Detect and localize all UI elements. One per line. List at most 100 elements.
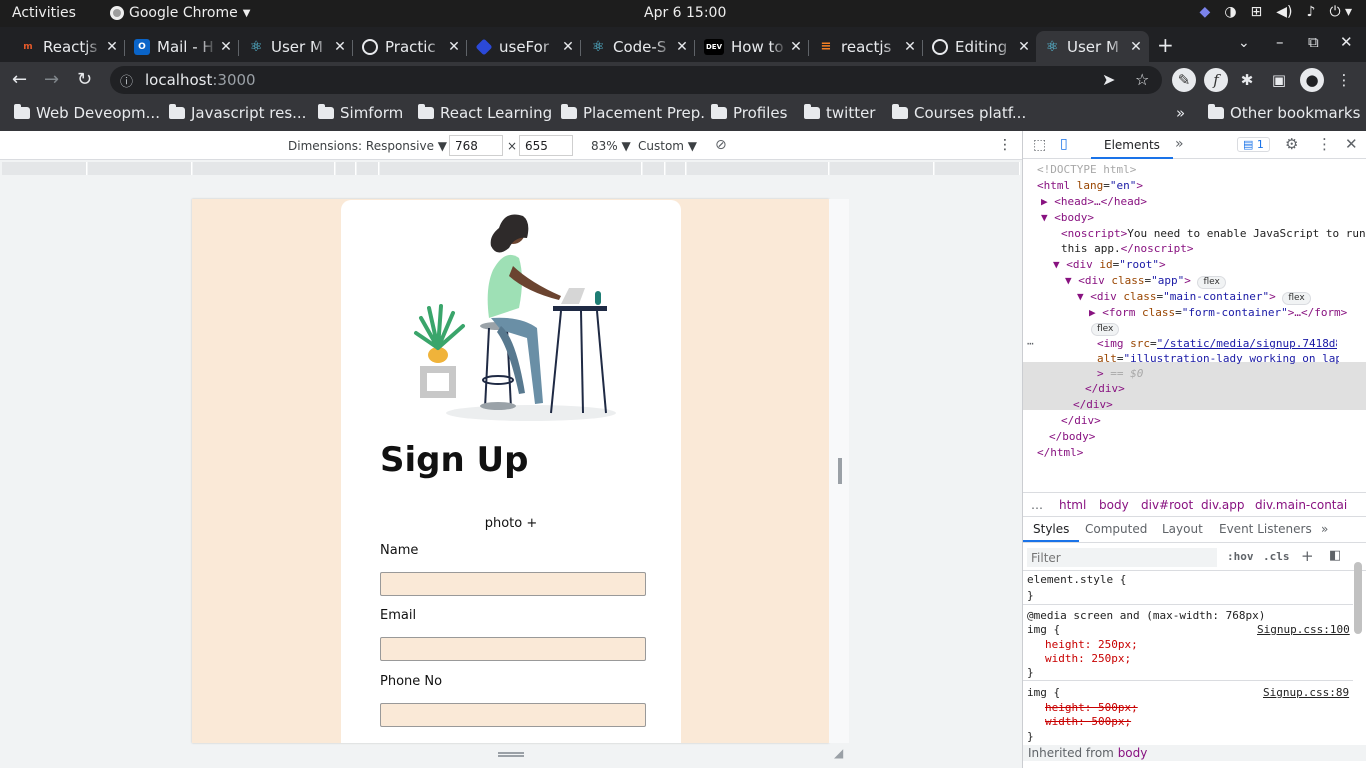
media-query-bar[interactable] <box>336 162 356 175</box>
close-tab-icon[interactable]: ✕ <box>445 39 463 55</box>
hover-state-toggle[interactable]: :hov <box>1227 550 1254 563</box>
doctype-node[interactable]: <!DOCTYPE html> <box>1037 163 1136 176</box>
media-query-bar[interactable] <box>193 162 335 175</box>
bookmark-folder[interactable]: Profiles <box>711 104 787 122</box>
teams-icon[interactable]: ◆ <box>1200 4 1211 20</box>
browser-tab[interactable]: O Mail - H ✕ <box>126 31 239 62</box>
root-div-node[interactable]: ▼ <div id="root"> <box>1053 258 1166 271</box>
site-info-icon[interactable]: ⓘ <box>120 71 133 90</box>
resize-height-handle[interactable] <box>498 752 524 757</box>
media-query-bar[interactable] <box>935 162 1020 175</box>
css-property[interactable]: height: 250px; <box>1045 638 1138 651</box>
volume-icon[interactable]: ◀) <box>1276 4 1292 20</box>
bookmark-folder[interactable]: Web Deveopm... <box>14 104 160 122</box>
dimensions-dropdown[interactable]: Dimensions: Responsive ▼ <box>288 139 447 153</box>
breadcrumb-item[interactable]: div#root <box>1141 498 1193 512</box>
head-node[interactable]: ▶ <head>…</head> <box>1041 195 1147 208</box>
inherited-element[interactable]: body <box>1118 746 1148 760</box>
zoom-dropdown[interactable]: 83% ▼ <box>591 139 631 153</box>
formula-extension-icon[interactable]: f <box>1204 68 1228 92</box>
media-query-bar[interactable] <box>357 162 379 175</box>
side-panel-icon[interactable]: ▣ <box>1267 68 1291 92</box>
tab-event-listeners[interactable]: Event Listeners <box>1219 522 1312 536</box>
power-icon[interactable]: ⏻ ▾ <box>1329 4 1352 20</box>
minimize-icon[interactable]: – <box>1276 33 1284 51</box>
breadcrumb-item[interactable]: body <box>1099 498 1129 512</box>
device-toolbar-menu-icon[interactable]: ⋮ <box>998 137 1012 153</box>
new-tab-button[interactable]: + <box>1157 33 1174 57</box>
node-actions-ellipsis[interactable]: ⋯ <box>1027 337 1034 350</box>
browser-tab[interactable]: ⚛ Code-S ✕ <box>582 31 695 62</box>
forward-icon[interactable]: → <box>44 69 59 90</box>
settings-gear-icon[interactable]: ⚙ <box>1285 135 1298 153</box>
browser-tab[interactable]: Practic ✕ <box>354 31 467 62</box>
devtools-menu-icon[interactable]: ⋮ <box>1317 135 1332 153</box>
name-input[interactable] <box>380 572 646 596</box>
breadcrumb-item[interactable]: div.app <box>1201 498 1245 512</box>
media-query-bar[interactable] <box>380 162 642 175</box>
send-tab-icon[interactable]: ➤ <box>1102 70 1115 89</box>
flex-badge[interactable]: flex <box>1197 276 1226 289</box>
chrome-menu-icon[interactable]: ⋮ <box>1332 68 1356 92</box>
close-tab-icon[interactable]: ✕ <box>673 39 691 55</box>
tab-computed[interactable]: Computed <box>1085 522 1147 536</box>
clock[interactable]: Apr 6 15:00 <box>644 5 726 21</box>
media-query-bar[interactable] <box>687 162 829 175</box>
media-query-bar[interactable] <box>666 162 686 175</box>
img-selector[interactable]: img { <box>1027 623 1060 636</box>
more-tabs-icon[interactable]: » <box>1175 136 1184 152</box>
color-picker-extension-icon[interactable]: ✎ <box>1172 68 1196 92</box>
resize-width-handle[interactable] <box>838 458 842 484</box>
resize-corner-handle[interactable]: ◢ <box>834 746 843 760</box>
css-property[interactable]: width: 250px; <box>1045 652 1131 665</box>
computed-sidebar-icon[interactable]: ◧ <box>1329 548 1341 563</box>
tab-elements[interactable]: Elements <box>1091 131 1173 159</box>
close-tab-icon[interactable]: ✕ <box>901 39 919 55</box>
reload-icon[interactable]: ↻ <box>77 69 92 90</box>
overridden-property[interactable]: height: 500px; <box>1045 701 1138 714</box>
address-bar[interactable]: ⓘ localhost:3000 <box>110 66 1162 94</box>
browser-tab-active[interactable]: ⚛ User M ✕ <box>1036 31 1149 62</box>
tab-search-icon[interactable]: ⌄ <box>1238 35 1250 51</box>
class-toggle[interactable]: .cls <box>1263 550 1290 563</box>
throttle-dropdown[interactable]: Custom ▼ <box>638 139 697 153</box>
photo-upload-button[interactable]: photo + <box>341 516 681 531</box>
night-light-icon[interactable]: ◑ <box>1224 4 1236 20</box>
mic-icon[interactable]: ♪ <box>1307 4 1316 20</box>
browser-tab[interactable]: useFor ✕ <box>468 31 581 62</box>
close-tab-icon[interactable]: ✕ <box>331 39 349 55</box>
styles-rules-pane[interactable]: element.style { } @media screen and (max… <box>1023 571 1366 761</box>
close-devtools-icon[interactable]: ✕ <box>1345 135 1358 153</box>
breadcrumb-ellipsis[interactable]: … <box>1031 498 1043 512</box>
tab-styles[interactable]: Styles <box>1033 522 1069 536</box>
browser-tab[interactable]: Editing ✕ <box>924 31 1037 62</box>
profile-avatar-icon[interactable]: ● <box>1300 68 1324 92</box>
source-link[interactable]: Signup.css:89 <box>1263 686 1349 699</box>
bookmark-folder[interactable]: Courses platf... <box>892 104 1026 122</box>
network-icon[interactable]: ⊞ <box>1251 4 1263 20</box>
inspect-element-icon[interactable]: ⬚ <box>1033 137 1046 153</box>
overridden-property[interactable]: width: 500px; <box>1045 715 1131 728</box>
flex-badge[interactable]: flex <box>1282 292 1311 305</box>
bookmark-folder[interactable]: React Learning <box>418 104 552 122</box>
device-toggle-icon[interactable]: ▯ <box>1060 136 1068 152</box>
media-query-bar[interactable] <box>88 162 192 175</box>
tab-layout[interactable]: Layout <box>1162 522 1203 536</box>
html-node[interactable]: <html lang="en"> <box>1037 179 1143 192</box>
browser-tab[interactable]: m Reactjs ✕ <box>12 31 125 62</box>
img-node[interactable]: <img src="/static/media/signup.7418d89….… <box>1097 337 1337 350</box>
dom-tree[interactable]: <!DOCTYPE html> <html lang="en"> ▶ <head… <box>1023 160 1366 490</box>
styles-filter-input[interactable] <box>1027 548 1217 567</box>
browser-tab[interactable]: ⚛ User M ✕ <box>240 31 353 62</box>
element-style-rule[interactable]: element.style { <box>1027 573 1126 586</box>
email-input[interactable] <box>380 637 646 661</box>
browser-tab[interactable]: ≡ reactjs ✕ <box>810 31 923 62</box>
form-node[interactable]: ▶ <form class="form-container">…</form> <box>1089 306 1347 319</box>
close-tab-icon[interactable]: ✕ <box>103 39 121 55</box>
extensions-puzzle-icon[interactable]: ✱ <box>1235 68 1259 92</box>
browser-tab[interactable]: DEV How to ✕ <box>696 31 809 62</box>
form-flex-badge[interactable]: flex <box>1091 321 1120 336</box>
bookmark-folder[interactable]: Simform <box>318 104 403 122</box>
main-container-node[interactable]: ▼ <div class="main-container"> flex <box>1077 290 1311 305</box>
device-width-input[interactable] <box>449 135 503 156</box>
